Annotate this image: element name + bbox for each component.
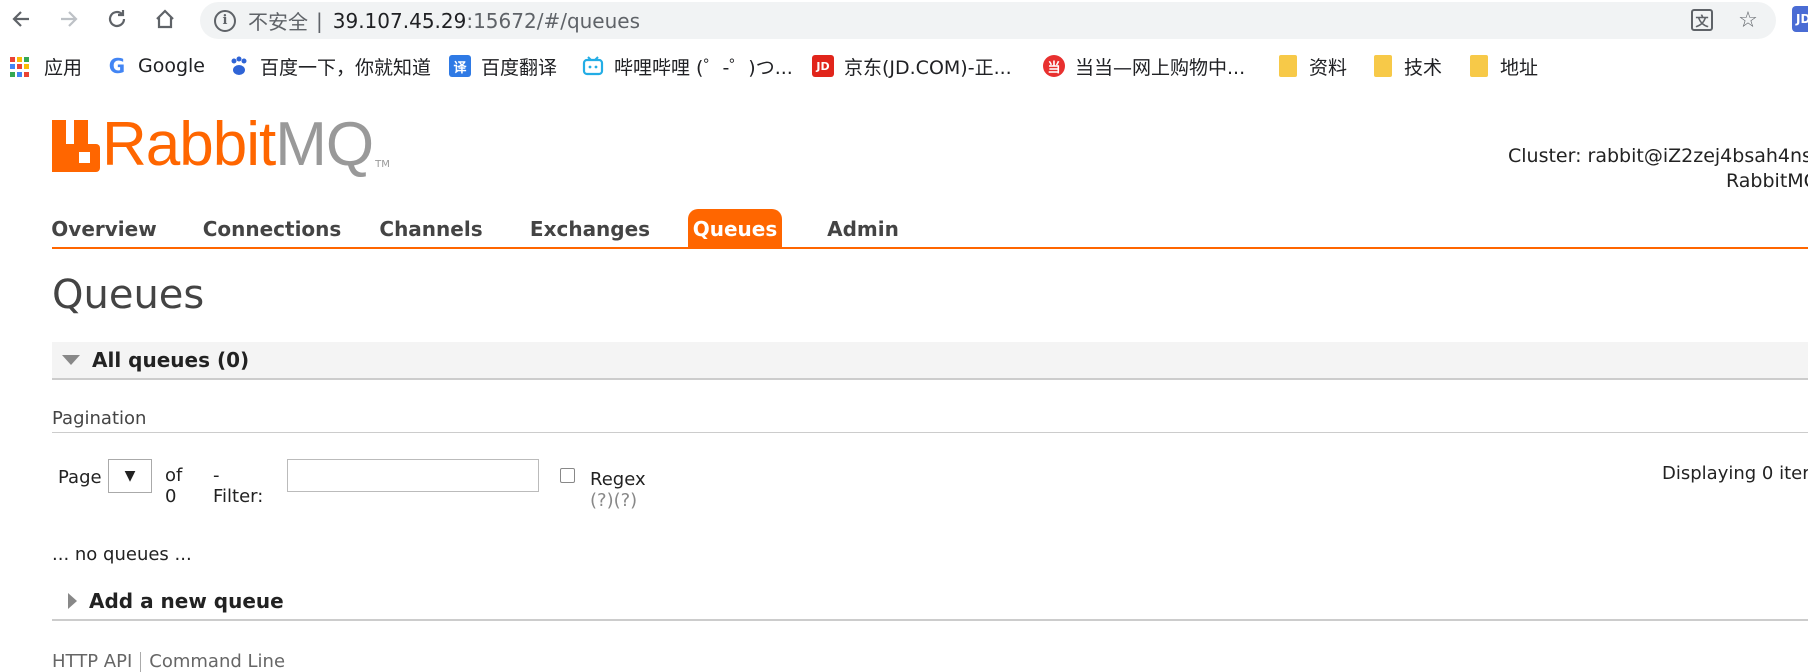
pagination-label: Pagination [52, 408, 147, 429]
baidu-translate-icon: 译 [449, 55, 471, 77]
browser-toolbar: i 不安全 | 39.107.45.29:15672/#/queues 文 ☆ … [0, 0, 1808, 39]
jd-icon: JD [812, 55, 834, 77]
bookmark-apps[interactable]: 应用 [10, 53, 82, 79]
bookmark-label: 当当—网上购物中... [1075, 56, 1246, 79]
rabbitmq-logo-icon [52, 120, 100, 172]
bookmark-baidu[interactable]: 百度一下，你就知道 [228, 53, 431, 79]
footer-links: HTTP API Command Line [52, 651, 285, 672]
regex-label-group: Regex (?)(?) [590, 469, 646, 511]
expand-triangle-icon [68, 593, 77, 609]
cluster-label: Cluster: [1508, 145, 1588, 167]
http-api-link[interactable]: HTTP API [52, 651, 132, 672]
bookmark-label: 哔哩哔哩 (゜-゜)つ... [614, 56, 793, 79]
page-select[interactable]: ▼ [108, 459, 152, 493]
apps-grid-icon [10, 55, 32, 77]
all-queues-label: All queues (0) [92, 348, 250, 372]
bookmark-folder-jishu[interactable]: 技术 [1374, 53, 1442, 79]
bookmark-bilibili[interactable]: 哔哩哔哩 (゜-゜)つ... [582, 53, 793, 79]
footer-separator [140, 651, 142, 672]
add-queue-label: Add a new queue [89, 589, 284, 613]
tab-channels[interactable]: Channels [378, 209, 484, 248]
back-icon[interactable] [6, 4, 36, 34]
rabbitmq-logo[interactable]: RabbitMQ TM [52, 110, 390, 179]
tab-connections[interactable]: Connections [203, 209, 342, 248]
bookmark-dangdang[interactable]: 当 当当—网上购物中... [1043, 53, 1245, 79]
tab-queues[interactable]: Queues [688, 209, 782, 248]
address-bar[interactable]: i 不安全 | 39.107.45.29:15672/#/queues 文 ☆ [200, 2, 1776, 39]
bookmark-google[interactable]: G Google [106, 53, 205, 79]
tab-exchanges[interactable]: Exchanges [528, 209, 652, 248]
filter-label: - Filter: [213, 465, 264, 507]
bookmark-folder-ziliao[interactable]: 资料 [1279, 53, 1347, 79]
bookmark-jd[interactable]: JD 京东(JD.COM)-正... [812, 53, 1012, 79]
regex-checkbox[interactable] [560, 468, 575, 483]
home-icon[interactable] [150, 4, 180, 34]
folder-icon [1374, 55, 1392, 77]
bookmark-label: 资料 [1309, 56, 1348, 79]
divider [52, 432, 1808, 433]
insecure-label: 不安全 [248, 10, 308, 34]
regex-help-links[interactable]: (?)(?) [590, 490, 637, 511]
bookmark-baidu-translate[interactable]: 译 百度翻译 [449, 53, 557, 79]
bookmark-label: 百度翻译 [481, 56, 558, 79]
page-title: Queues [52, 272, 205, 318]
google-icon: G [108, 54, 126, 78]
main-tabs: Overview Connections Channels Exchanges … [51, 209, 1808, 249]
logo-trademark: TM [375, 159, 390, 170]
reload-icon[interactable] [102, 4, 132, 34]
add-queue-toggle[interactable]: Add a new queue [52, 583, 1808, 621]
bilibili-icon [582, 55, 604, 77]
folder-icon [1279, 55, 1297, 77]
bookmark-label: 百度一下，你就知道 [260, 56, 432, 79]
url-host: 39.107.45.29 [332, 8, 467, 33]
bookmark-label: Google [138, 55, 206, 77]
bookmarks-bar: 应用 G Google 百度一下，你就知道 译 百度翻译 哔哩哔哩 (゜-゜)つ… [0, 49, 1808, 83]
collapse-triangle-icon [62, 355, 80, 365]
page-label: Page [58, 467, 102, 488]
site-info-icon[interactable]: i [214, 9, 236, 32]
page-count-label: of 0 [165, 465, 183, 507]
bookmark-label: 技术 [1404, 56, 1443, 79]
url-separator: | [316, 8, 323, 33]
bookmark-label: 地址 [1500, 56, 1539, 79]
logo-wordmark: RabbitMQ [102, 110, 374, 179]
cluster-value: rabbit@iZ2zej4bsah4nsk [1587, 145, 1808, 167]
folder-icon [1470, 55, 1488, 77]
translate-icon[interactable]: 文 [1688, 6, 1716, 34]
tab-overview[interactable]: Overview [51, 209, 156, 248]
bookmark-star-icon[interactable]: ☆ [1734, 6, 1762, 34]
all-queues-toggle[interactable]: All queues (0) [52, 342, 1808, 380]
regex-label: Regex [590, 469, 646, 490]
cluster-info: Cluster: rabbit@iZ2zej4bsah4nsk [1508, 145, 1808, 167]
url-path: :15672/#/queues [466, 8, 641, 33]
bookmark-label: 应用 [44, 56, 83, 79]
command-line-link[interactable]: Command Line [149, 651, 285, 672]
bookmark-folder-dizhi[interactable]: 地址 [1470, 53, 1538, 79]
chevron-down-icon: ▼ [124, 468, 136, 484]
version-text: RabbitMQ [1726, 170, 1808, 192]
forward-icon[interactable] [54, 4, 84, 34]
bookmark-label: 京东(JD.COM)-正... [844, 56, 1012, 79]
baidu-icon [228, 55, 250, 77]
extension-icon[interactable]: JD [1792, 6, 1808, 32]
empty-state-text: ... no queues ... [52, 544, 192, 565]
omnibox-actions: 文 ☆ [1688, 6, 1762, 34]
tab-admin[interactable]: Admin [822, 209, 904, 248]
displaying-count: Displaying 0 iter [1662, 463, 1808, 484]
filter-input[interactable] [287, 459, 539, 492]
dangdang-icon: 当 [1043, 55, 1065, 77]
